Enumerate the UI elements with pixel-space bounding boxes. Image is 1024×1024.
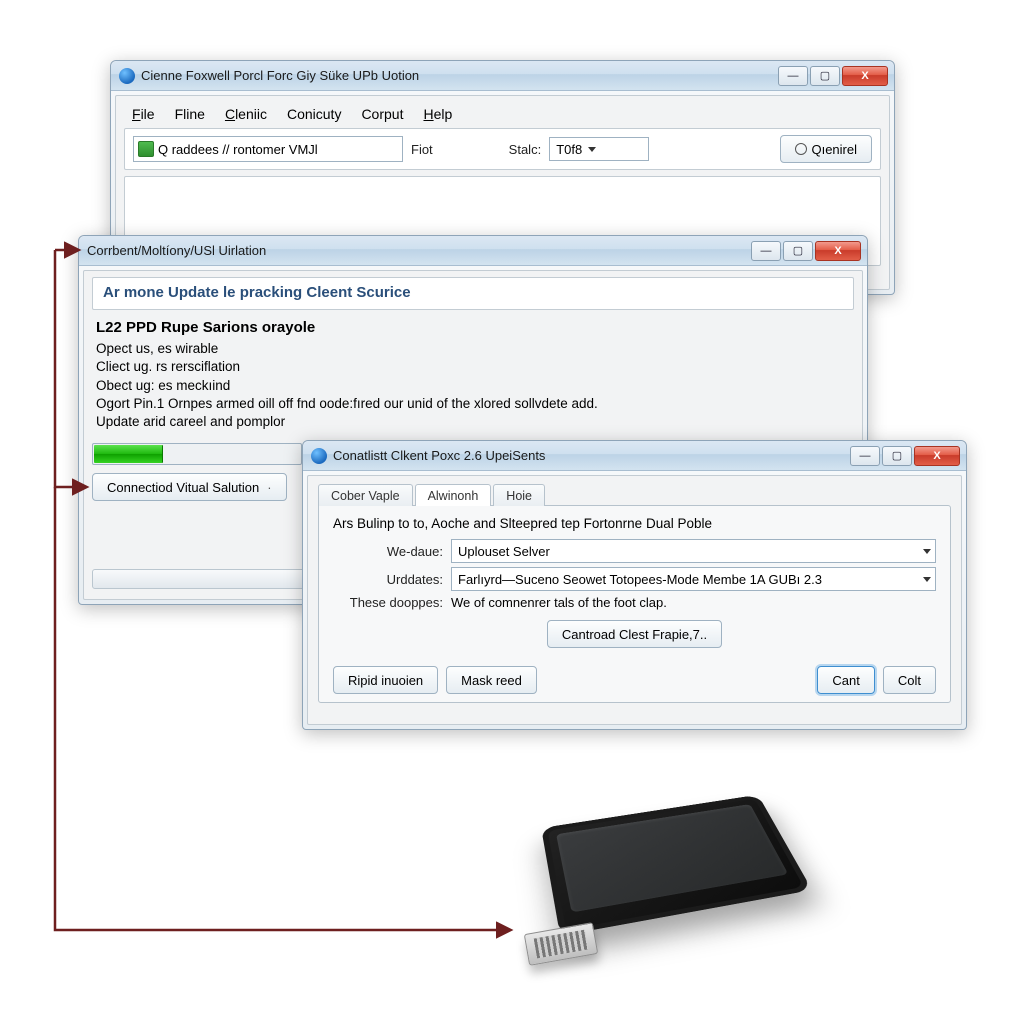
- minimize-button[interactable]: —: [850, 446, 880, 466]
- dialog-heading: Ars Bulinp to to, Aoche and Slteepred te…: [333, 516, 936, 531]
- status-line: Ogort Pin.1 Ornpes armed oill off fnd oo…: [96, 395, 850, 413]
- tab-cober-vaple[interactable]: Cober Vaple: [318, 484, 413, 506]
- cant-button[interactable]: Cant: [817, 666, 874, 694]
- toolbar: Q raddees // rontomer VMJl Fiot Stalc: T…: [124, 128, 881, 170]
- window1-title: Cienne Foxwell Porcl Forc Giy Süke UPb U…: [141, 68, 778, 83]
- menu-conicuty[interactable]: Conicuty: [279, 104, 349, 124]
- menu-corput[interactable]: Corput: [353, 104, 411, 124]
- note-label: These dooppes:: [333, 595, 443, 610]
- chevron-down-icon: [923, 577, 931, 582]
- tab-alwinonh[interactable]: Alwinonh: [415, 484, 492, 506]
- close-button[interactable]: X: [815, 241, 861, 261]
- tabstrip: Cober Vaple Alwinonh Hoie: [318, 484, 951, 506]
- tab-update-tracking[interactable]: Ar mone Update le pracking Cleent Scuric…: [92, 277, 854, 310]
- app-icon: [119, 68, 135, 84]
- ripid-button[interactable]: Ripid inuoien: [333, 666, 438, 694]
- window1-titlebar[interactable]: Cienne Foxwell Porcl Forc Giy Süke UPb U…: [111, 61, 894, 91]
- menubar: FFileile Fline CCleniicleniic Conicuty C…: [124, 102, 881, 128]
- colt-button[interactable]: Colt: [883, 666, 936, 694]
- chevron-down-icon: [923, 549, 931, 554]
- urddates-select[interactable]: Farlıyrd—Suceno Seowet Totopees-Mode Mem…: [451, 567, 936, 591]
- menu-fline[interactable]: Fline: [167, 104, 213, 124]
- menu-file[interactable]: FFileile: [124, 104, 163, 124]
- status-messages: L22 PPD Rupe Sarions orayole Opect us, e…: [92, 310, 854, 437]
- drive-icon: [138, 141, 154, 157]
- progress-bar: [92, 443, 302, 465]
- chevron-down-icon: [588, 147, 596, 152]
- minimize-button[interactable]: —: [778, 66, 808, 86]
- window2-title: Corrbent/Moltíony/USl Uirlation: [87, 243, 751, 258]
- note-text: We of comnenrer tals of the foot clap.: [451, 595, 667, 610]
- status-heading: L22 PPD Rupe Sarions orayole: [96, 318, 850, 338]
- connect-virtual-button[interactable]: Connectiod Vitual Salution ·: [92, 473, 287, 501]
- status-line: Obect ug: es meckıind: [96, 377, 850, 395]
- menu-clenic[interactable]: CCleniicleniic: [217, 104, 275, 124]
- submit-button[interactable]: Qıenirel: [780, 135, 872, 163]
- window2-titlebar[interactable]: Corrbent/Moltíony/USl Uirlation — ▢ X: [79, 236, 867, 266]
- stalc-select[interactable]: T0f8: [549, 137, 649, 161]
- wedaue-label: We-daue:: [333, 544, 443, 559]
- urddates-label: Urddates:: [333, 572, 443, 587]
- stalc-value: T0f8: [556, 142, 582, 157]
- fiot-label: Fiot: [411, 142, 433, 157]
- menu-help[interactable]: HHelpelp: [415, 104, 460, 124]
- tab-body: Ars Bulinp to to, Aoche and Slteepred te…: [318, 505, 951, 703]
- search-icon: [795, 143, 807, 155]
- status-line: Cliect ug. rs rersciflation: [96, 358, 850, 376]
- hardware-device-image: [480, 770, 820, 980]
- stalc-label: Stalc:: [509, 142, 542, 157]
- maximize-button[interactable]: ▢: [882, 446, 912, 466]
- mask-reed-button[interactable]: Mask reed: [446, 666, 537, 694]
- tab-hoie[interactable]: Hoie: [493, 484, 545, 506]
- minimize-button[interactable]: —: [751, 241, 781, 261]
- maximize-button[interactable]: ▢: [783, 241, 813, 261]
- status-line: Opect us, es wirable: [96, 340, 850, 358]
- window3-title: Conatlistt Clkent Poxc 2.6 UpeiSents: [333, 448, 850, 463]
- app-icon: [311, 448, 327, 464]
- status-line: Update arid careel and pomplor: [96, 413, 850, 431]
- address-value: Q raddees // rontomer VMJl: [158, 142, 318, 157]
- cantroad-button[interactable]: Cantroad Clest Frapie,7..: [547, 620, 722, 648]
- address-input[interactable]: Q raddees // rontomer VMJl: [133, 136, 403, 162]
- window3-titlebar[interactable]: Conatlistt Clkent Poxc 2.6 UpeiSents — ▢…: [303, 441, 966, 471]
- close-button[interactable]: X: [914, 446, 960, 466]
- maximize-button[interactable]: ▢: [810, 66, 840, 86]
- close-button[interactable]: X: [842, 66, 888, 86]
- wedaue-select[interactable]: Uplouset Selver: [451, 539, 936, 563]
